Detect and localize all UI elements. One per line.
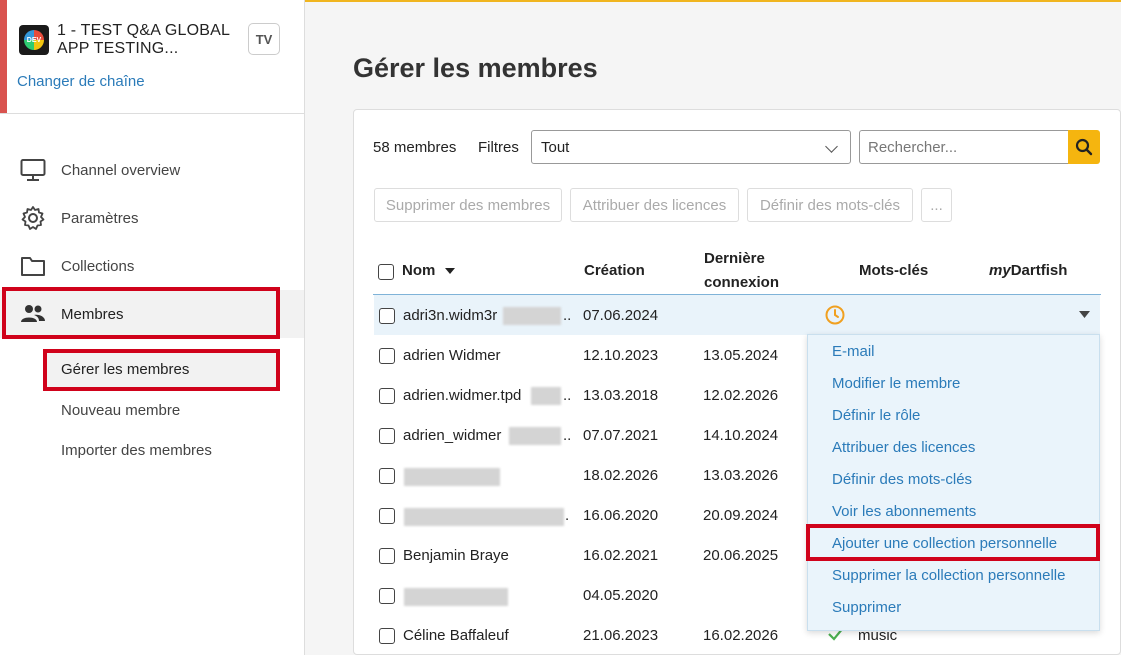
search-input[interactable] — [859, 130, 1069, 164]
redacted-name — [404, 468, 500, 486]
filter-select[interactable]: Tout — [531, 130, 851, 164]
member-last-login: 20.06.2025 — [703, 547, 779, 564]
select-all-checkbox[interactable] — [378, 264, 394, 280]
member-created: 18.02.2026 — [583, 467, 659, 484]
member-last-login: 20.09.2024 — [703, 507, 779, 524]
nav-parametres[interactable]: Paramètres — [0, 196, 304, 240]
member-created: 16.02.2021 — [583, 547, 659, 564]
row-checkbox[interactable] — [379, 508, 395, 524]
ellipsis: .. — [563, 387, 572, 404]
row-menu-caret-icon[interactable] — [1079, 311, 1090, 318]
nav-collections[interactable]: Collections — [0, 244, 304, 288]
row-checkbox[interactable] — [379, 388, 395, 404]
row-checkbox[interactable] — [379, 348, 395, 364]
menu-item-remove-personal-collection[interactable]: Supprimer la collection personnelle — [832, 567, 1065, 584]
redacted-text — [531, 387, 561, 405]
member-name[interactable]: adri3n.widm3r — [403, 307, 497, 324]
member-created: 21.06.2023 — [583, 627, 659, 644]
clock-icon — [825, 305, 845, 325]
row-checkbox[interactable] — [379, 628, 395, 644]
folder-icon — [21, 257, 45, 276]
channel-header: DEV 1 - TEST Q&A GLOBAL APP TESTING... T… — [0, 0, 304, 114]
change-channel-link[interactable]: Changer de chaîne — [17, 73, 145, 90]
redacted-text — [509, 427, 561, 445]
filter-select-value: Tout — [541, 139, 570, 156]
column-header-keywords[interactable]: Mots-clés — [859, 262, 928, 279]
nav-sub-new-member[interactable]: Nouveau membre — [61, 402, 180, 419]
channel-accent-bar — [0, 0, 7, 113]
row-checkbox[interactable] — [379, 548, 395, 564]
menu-item-set-keywords[interactable]: Définir des mots-clés — [832, 471, 972, 488]
redacted-name — [404, 588, 508, 606]
member-created: 04.05.2020 — [583, 587, 659, 604]
mydartfish-prefix: my — [989, 262, 1011, 279]
assign-licenses-button[interactable]: Attribuer des licences — [570, 188, 739, 222]
menu-item-delete[interactable]: Supprimer — [832, 599, 901, 616]
search-button[interactable] — [1068, 130, 1100, 164]
channel-logo-icon: DEV — [19, 25, 49, 55]
row-checkbox[interactable] — [379, 428, 395, 444]
sidebar: DEV 1 - TEST Q&A GLOBAL APP TESTING... T… — [0, 0, 305, 655]
redacted-name — [404, 508, 564, 526]
member-last-login: 13.03.2026 — [703, 467, 779, 484]
nav-channel-overview[interactable]: Channel overview — [0, 148, 304, 192]
member-created: 07.06.2024 — [583, 307, 659, 324]
member-last-login: 12.02.2026 — [703, 387, 779, 404]
menu-item-edit-member[interactable]: Modifier le membre — [832, 375, 960, 392]
channel-type-badge[interactable]: TV — [248, 23, 280, 55]
page-title: Gérer les membres — [353, 53, 598, 83]
member-name[interactable]: Benjamin Braye — [403, 547, 509, 564]
ellipsis: . — [565, 507, 570, 524]
chevron-down-icon — [825, 140, 838, 153]
nav-label: Paramètres — [61, 209, 139, 227]
column-header-last-login-line1[interactable]: Dernière — [704, 250, 765, 267]
highlight-box-membres — [2, 287, 280, 339]
member-name[interactable]: adrien_widmer — [403, 427, 501, 444]
highlight-box-manage-members — [43, 349, 280, 391]
gear-icon — [21, 206, 45, 230]
delete-members-button[interactable]: Supprimer des membres — [374, 188, 562, 222]
member-name[interactable]: Céline Baffaleuf — [403, 627, 509, 644]
ellipsis: .. — [563, 307, 572, 324]
highlight-box-add-collection — [806, 524, 1100, 561]
member-created: 13.03.2018 — [583, 387, 659, 404]
column-header-last-login-line2[interactable]: connexion — [704, 274, 779, 291]
members-count: 58 membres — [373, 139, 457, 156]
nav-label: Channel overview — [61, 161, 181, 179]
filters-label: Filtres — [478, 139, 519, 156]
member-created: 16.06.2020 — [583, 507, 659, 524]
row-actions-menu: E-mail Modifier le membre Définir le rôl… — [807, 334, 1100, 631]
search-icon — [1075, 138, 1093, 156]
ellipsis: .. — [563, 427, 572, 444]
column-header-name-label: Nom — [402, 262, 436, 279]
menu-item-set-role[interactable]: Définir le rôle — [832, 407, 920, 424]
more-actions-button[interactable]: ... — [921, 188, 952, 222]
row-checkbox[interactable] — [379, 308, 395, 324]
nav-label: Collections — [61, 257, 135, 275]
channel-name: 1 - TEST Q&A GLOBAL APP TESTING... — [57, 22, 230, 57]
row-checkbox[interactable] — [379, 588, 395, 604]
column-header-created[interactable]: Création — [584, 262, 645, 279]
member-created: 12.10.2023 — [583, 347, 659, 364]
member-last-login: 14.10.2024 — [703, 427, 779, 444]
top-accent-bar — [305, 0, 1121, 2]
column-header-mydartfish[interactable]: myDartfish — [989, 262, 1067, 279]
column-header-name[interactable]: Nom — [402, 262, 456, 279]
monitor-icon — [20, 159, 46, 181]
row-checkbox[interactable] — [379, 468, 395, 484]
member-created: 07.07.2021 — [583, 427, 659, 444]
redacted-text — [503, 307, 561, 325]
nav-sub-import-members[interactable]: Importer des membres — [61, 442, 212, 459]
member-name[interactable]: adrien Widmer — [403, 347, 501, 364]
mydartfish-suffix: Dartfish — [1010, 262, 1068, 279]
member-name[interactable]: adrien.widmer.tpd — [403, 387, 521, 404]
member-last-login: 13.05.2024 — [703, 347, 779, 364]
set-keywords-button[interactable]: Définir des mots-clés — [747, 188, 913, 222]
menu-item-assign-licenses[interactable]: Attribuer des licences — [832, 439, 975, 456]
sort-down-icon — [444, 268, 455, 274]
member-last-login: 16.02.2026 — [703, 627, 779, 644]
menu-item-email[interactable]: E-mail — [832, 343, 875, 360]
menu-item-view-subscriptions[interactable]: Voir les abonnements — [832, 503, 976, 520]
